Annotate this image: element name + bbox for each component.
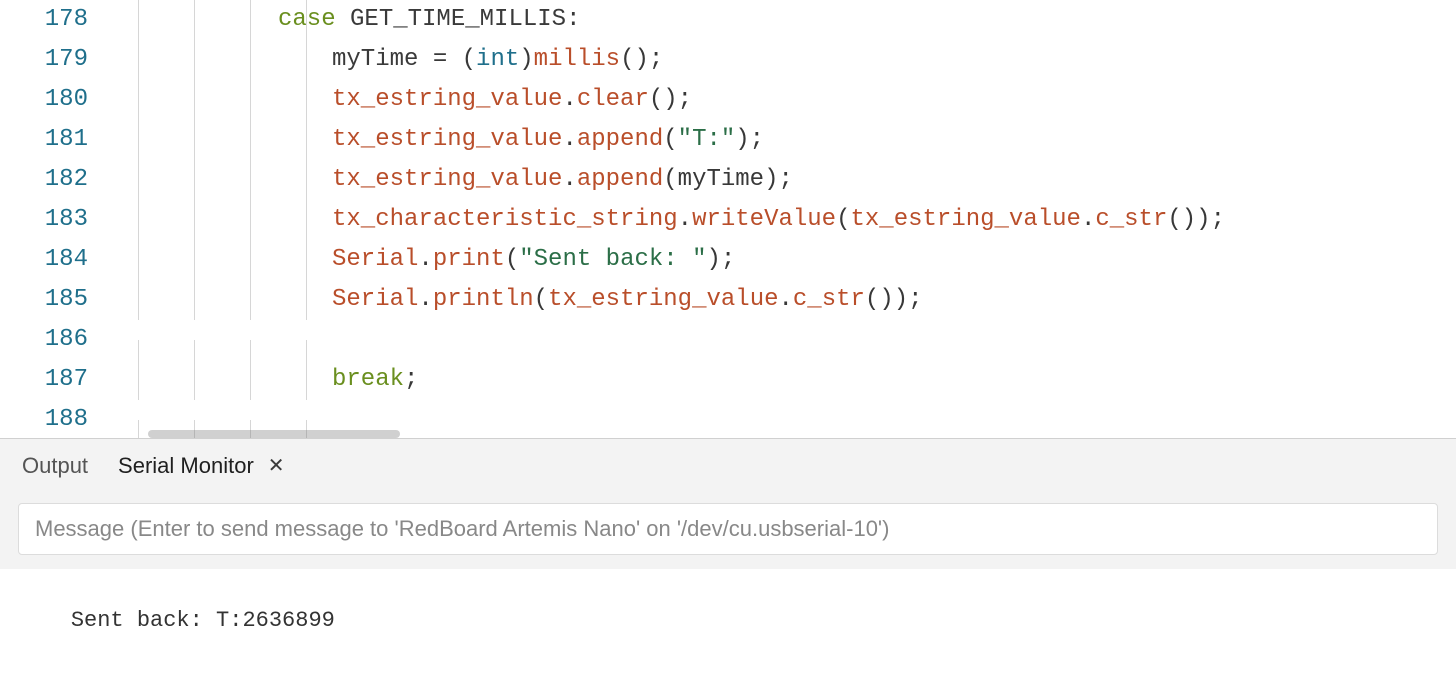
code-text[interactable]: tx_estring_value.clear(); <box>110 80 1456 120</box>
code-token: . <box>678 206 692 233</box>
code-token: tx_estring_value <box>548 286 778 313</box>
code-token: c_str <box>793 286 865 313</box>
line-number: 182 <box>0 160 110 200</box>
code-token: myTime <box>332 46 433 73</box>
code-token: clear <box>577 86 649 113</box>
close-icon[interactable]: ✕ <box>268 456 285 476</box>
code-token: tx_estring_value <box>332 126 562 153</box>
code-token: tx_estring_value <box>332 86 562 113</box>
code-token: millis <box>534 46 620 73</box>
code-token: Serial <box>332 246 418 273</box>
code-token: print <box>433 246 505 273</box>
code-token: ); <box>735 126 764 153</box>
code-line[interactable]: 187break; <box>0 360 1456 400</box>
code-line[interactable]: 186 <box>0 320 1456 360</box>
code-line[interactable]: 185Serial.println(tx_estring_value.c_str… <box>0 280 1456 320</box>
line-number: 188 <box>0 400 110 438</box>
code-token: writeValue <box>692 206 836 233</box>
code-token: . <box>562 126 576 153</box>
code-token: . <box>418 286 432 313</box>
line-number: 185 <box>0 280 110 320</box>
code-line[interactable]: 180tx_estring_value.clear(); <box>0 80 1456 120</box>
horizontal-scrollbar-thumb[interactable] <box>148 430 400 438</box>
code-line[interactable]: 179myTime = (int)millis(); <box>0 40 1456 80</box>
code-text[interactable]: break; <box>110 360 1456 400</box>
code-token: tx_estring_value <box>851 206 1081 233</box>
code-token: . <box>1081 206 1095 233</box>
serial-output: Sent back: T:2636899 <box>0 569 1456 678</box>
code-token: ; <box>404 366 418 393</box>
code-token: tx_estring_value <box>332 166 562 193</box>
code-token: ( <box>534 286 548 313</box>
code-token: ( <box>836 206 850 233</box>
code-token: c_str <box>1095 206 1167 233</box>
code-line[interactable]: 184Serial.print("Sent back: "); <box>0 240 1456 280</box>
bottom-panel: Output Serial Monitor ✕ Sent back: T:263… <box>0 438 1456 678</box>
code-token: ( <box>663 126 677 153</box>
code-token: tx_characteristic_string <box>332 206 678 233</box>
code-line[interactable]: 182tx_estring_value.append(myTime); <box>0 160 1456 200</box>
code-text[interactable]: tx_estring_value.append("T:"); <box>110 120 1456 160</box>
code-text[interactable]: tx_estring_value.append(myTime); <box>110 160 1456 200</box>
code-text[interactable]: Serial.print("Sent back: "); <box>110 240 1456 280</box>
code-line[interactable]: 183tx_characteristic_string.writeValue(t… <box>0 200 1456 240</box>
code-line[interactable]: 178case GET_TIME_MILLIS: <box>0 0 1456 40</box>
code-token: append <box>577 126 663 153</box>
code-token: append <box>577 166 663 193</box>
code-token: "Sent back: " <box>519 246 706 273</box>
line-number: 184 <box>0 240 110 280</box>
line-number: 180 <box>0 80 110 120</box>
serial-input-row <box>0 493 1456 569</box>
code-token: ( <box>505 246 519 273</box>
code-token: break <box>332 366 404 393</box>
code-token: GET_TIME_MILLIS <box>350 6 566 33</box>
code-token: ( <box>462 46 476 73</box>
code-token: . <box>562 166 576 193</box>
code-token: (); <box>620 46 663 73</box>
line-number: 187 <box>0 360 110 400</box>
code-token: int <box>476 46 519 73</box>
code-text[interactable]: myTime = (int)millis(); <box>110 40 1456 80</box>
code-token: (); <box>649 86 692 113</box>
line-number: 179 <box>0 40 110 80</box>
code-token: (myTime); <box>663 166 793 193</box>
line-number: 186 <box>0 320 110 360</box>
code-editor[interactable]: 178case GET_TIME_MILLIS:179myTime = (int… <box>0 0 1456 438</box>
serial-output-line: Sent back: T:2636899 <box>71 608 335 633</box>
code-text[interactable]: Serial.println(tx_estring_value.c_str())… <box>110 280 1456 320</box>
code-token: = <box>433 46 462 73</box>
line-number: 178 <box>0 0 110 40</box>
code-token: . <box>418 246 432 273</box>
code-token: ) <box>519 46 533 73</box>
line-number: 181 <box>0 120 110 160</box>
serial-message-input[interactable] <box>18 503 1438 555</box>
code-token: "T:" <box>678 126 736 153</box>
tab-serial-monitor[interactable]: Serial Monitor ✕ <box>118 453 284 479</box>
code-token: case <box>278 6 350 33</box>
tab-output-label: Output <box>22 453 88 479</box>
line-number: 183 <box>0 200 110 240</box>
code-text[interactable]: case GET_TIME_MILLIS: <box>110 0 1456 40</box>
code-line[interactable]: 181tx_estring_value.append("T:"); <box>0 120 1456 160</box>
code-token: ); <box>706 246 735 273</box>
code-token: : <box>566 6 580 33</box>
panel-tabs: Output Serial Monitor ✕ <box>0 439 1456 493</box>
code-token: println <box>433 286 534 313</box>
code-token: . <box>779 286 793 313</box>
code-token: ()); <box>865 286 923 313</box>
code-token: ()); <box>1167 206 1225 233</box>
tab-output[interactable]: Output <box>22 453 88 479</box>
code-token: . <box>562 86 576 113</box>
tab-serial-monitor-label: Serial Monitor <box>118 453 254 479</box>
code-text[interactable]: tx_characteristic_string.writeValue(tx_e… <box>110 200 1456 240</box>
code-token: Serial <box>332 286 418 313</box>
